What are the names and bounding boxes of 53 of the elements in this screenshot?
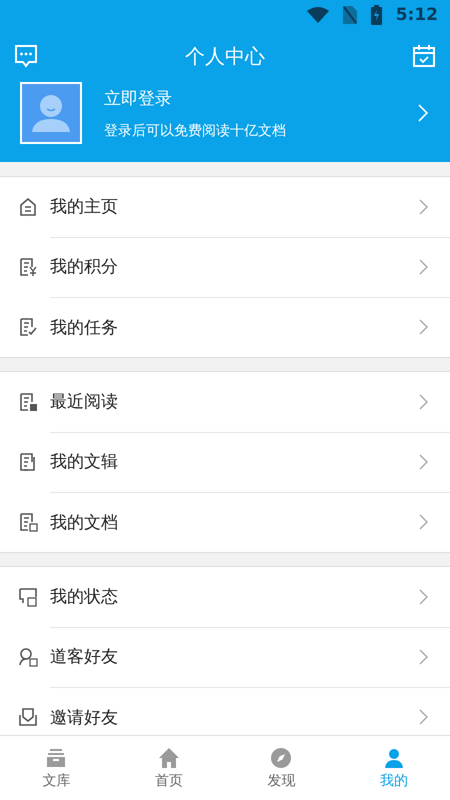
login-subtitle: 登录后可以免费阅读十亿文档: [104, 122, 287, 140]
menu-item[interactable]: 我的主页: [0, 177, 450, 237]
menu-item[interactable]: 我的文档: [0, 492, 450, 552]
battery-icon: [370, 5, 382, 25]
avatar-icon: [20, 82, 82, 144]
chevron-right-icon: [419, 198, 428, 214]
menu-label: 我的状态: [50, 586, 118, 608]
status-time: 5:12: [396, 5, 438, 25]
message-icon[interactable]: [14, 44, 38, 68]
menu-item[interactable]: 我的积分: [0, 237, 450, 297]
document-icon: [18, 317, 38, 337]
nav-tab[interactable]: 首页: [134, 736, 204, 800]
menu-label: 道客好友: [50, 646, 118, 668]
drawer-icon: [45, 746, 68, 768]
menu-label: 我的文档: [50, 512, 118, 534]
calendar-check-icon[interactable]: [412, 44, 436, 68]
chevron-right-icon: [419, 588, 428, 604]
nav-tab[interactable]: 文库: [21, 736, 92, 800]
chevron-right-icon: [419, 648, 428, 664]
compass-icon: [270, 746, 292, 768]
wifi-icon: [306, 7, 329, 23]
menu-label: 我的主页: [50, 196, 118, 218]
menu-label: 我的积分: [50, 256, 118, 278]
chevron-right-icon: [419, 514, 428, 530]
nav-tab[interactable]: 发现: [246, 736, 316, 800]
menu-item[interactable]: 我的文辑: [0, 432, 450, 492]
no-sim-icon: [342, 6, 357, 24]
document-icon: [18, 512, 38, 532]
document-icon: [18, 257, 38, 277]
menu-item[interactable]: 我的状态: [0, 567, 450, 627]
person-icon: [382, 746, 405, 768]
house-icon: [18, 197, 38, 217]
menu-label: 最近阅读: [50, 391, 118, 413]
chevron-right-icon: [418, 104, 428, 122]
menu-label: 邀请好友: [50, 706, 118, 728]
house-icon: [158, 746, 180, 768]
menu-item[interactable]: 道客好友: [0, 627, 450, 687]
chevron-right-icon: [419, 394, 428, 410]
menu-item[interactable]: 我的任务: [0, 297, 450, 357]
envelope-icon: [18, 707, 38, 727]
document-icon: [18, 392, 38, 412]
document-icon: [18, 452, 38, 472]
person-icon: [18, 647, 38, 667]
page-title: 个人中心: [185, 42, 265, 70]
menu-label: 我的文辑: [50, 451, 118, 473]
menu-item[interactable]: 邀请好友: [0, 687, 450, 735]
speech-bubble-icon: [18, 587, 38, 607]
menu-item[interactable]: 最近阅读: [0, 372, 450, 432]
chevron-right-icon: [419, 709, 428, 725]
chevron-right-icon: [419, 319, 428, 335]
menu-label: 我的任务: [50, 316, 118, 338]
chevron-right-icon: [419, 454, 428, 470]
chevron-right-icon: [419, 258, 428, 274]
